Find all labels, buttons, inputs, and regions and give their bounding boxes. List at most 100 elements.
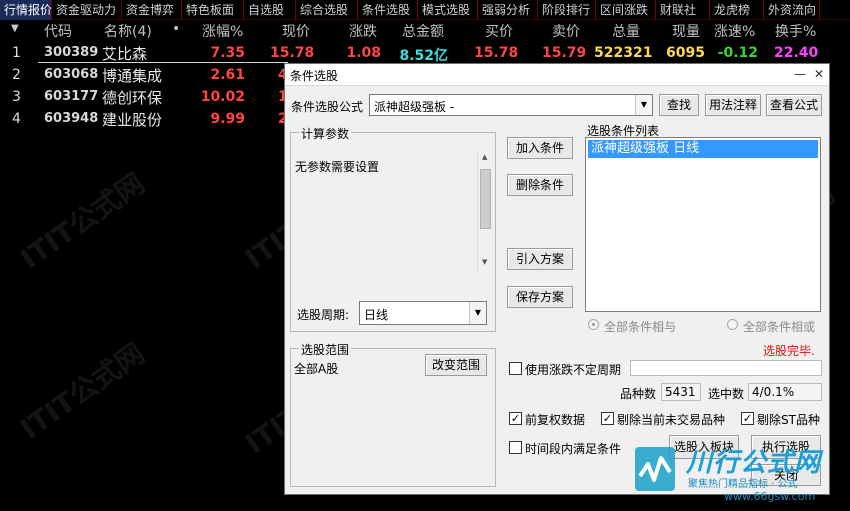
sort-arrow-icon[interactable]: ▼ xyxy=(11,23,19,34)
find-button[interactable]: 查找 xyxy=(659,94,699,116)
chevron-down-icon[interactable]: ▼ xyxy=(469,302,486,324)
formula-select[interactable]: 派神超级强板 - ▼ xyxy=(369,94,653,116)
radio-dot xyxy=(592,323,595,326)
selected-label: 选中数 xyxy=(708,387,745,401)
save-plan-button[interactable]: 保存方案 xyxy=(507,286,573,308)
selected-value: 4/0.1% xyxy=(748,383,822,401)
row-vol: 522321 xyxy=(594,45,653,61)
forward-adj-checkbox[interactable]: ✓ xyxy=(509,412,522,425)
col-speed[interactable]: 涨速% xyxy=(714,21,755,41)
col-pct[interactable]: 涨幅% xyxy=(202,21,243,41)
use-pct-period-label: 使用涨跌不定周期 xyxy=(525,363,622,377)
radio-and-label: 全部条件相与 xyxy=(604,320,677,334)
col-vol[interactable]: 总量 xyxy=(612,21,640,41)
row-name: 德创环保 xyxy=(102,89,163,107)
scroll-up-icon[interactable]: ▲ xyxy=(482,153,487,161)
col-dot: • xyxy=(172,21,181,37)
watermark: ITIT公式网 xyxy=(14,166,151,276)
selected-row-underline xyxy=(38,62,288,63)
row-name: 建业股份 xyxy=(102,111,163,129)
tab-condition-select[interactable]: 条件选股 xyxy=(358,0,418,20)
row-index: 4 xyxy=(12,111,21,127)
add-condition-button[interactable]: 加入条件 xyxy=(507,137,573,159)
scroll-thumb[interactable] xyxy=(480,169,491,229)
range-value: 全部A股 xyxy=(294,362,339,376)
row-price: 15.78 xyxy=(270,45,315,61)
col-cur[interactable]: 现量 xyxy=(672,21,700,41)
delete-condition-button[interactable]: 删除条件 xyxy=(507,174,573,196)
col-bid[interactable]: 买价 xyxy=(485,21,513,41)
count-label: 品种数 xyxy=(620,387,657,401)
exclude-untraded-checkbox[interactable]: ✓ xyxy=(601,412,614,425)
radio-or[interactable] xyxy=(727,319,738,330)
forward-adj-label: 前复权数据 xyxy=(525,413,586,427)
list-item[interactable]: 派神超级强板 日线 xyxy=(588,140,818,158)
watermark: ITIT公式网 xyxy=(14,336,151,446)
period-value: 日线 xyxy=(364,308,389,322)
tab-watchlist[interactable]: 自选股 xyxy=(244,0,296,20)
row-pct: 9.99 xyxy=(210,111,245,127)
logo-sub-text: 聚焦热门精品指标 · 公式 xyxy=(688,479,798,490)
tab-dragon-tiger[interactable]: 龙虎榜 xyxy=(710,0,764,20)
formula-label: 条件选股公式 xyxy=(291,100,364,114)
params-scrollbar[interactable]: ▲ ▼ xyxy=(477,151,493,271)
row-code: 603177 xyxy=(44,89,99,104)
period-select[interactable]: 日线 ▼ xyxy=(359,301,487,325)
row-bid: 15.78 xyxy=(474,45,519,61)
usage-note-button[interactable]: 用法注释 xyxy=(705,94,761,116)
tab-range-change[interactable]: 区间涨跌 xyxy=(596,0,656,20)
import-plan-button[interactable]: 引入方案 xyxy=(507,248,573,270)
cond-listbox[interactable]: 派神超级强板 日线 xyxy=(585,137,821,312)
tab-cls[interactable]: 财联社 xyxy=(656,0,710,20)
col-price[interactable]: 现价 xyxy=(282,21,310,41)
tab-fund-drive[interactable]: 资金驱动力 xyxy=(52,0,122,20)
chevron-down-icon[interactable]: ▼ xyxy=(635,95,652,115)
minimize-icon[interactable]: — xyxy=(791,66,809,82)
range-group-title: 选股范围 xyxy=(299,341,352,358)
dialog-titlebar[interactable]: 条件选股 — ✕ xyxy=(285,64,829,86)
col-amount[interactable]: 总金额 xyxy=(402,21,444,41)
tab-foreign-flow[interactable]: 外资流向 xyxy=(764,0,820,20)
quote-table-header: ▼ 代码 名称(4) • 涨幅% 现价 涨跌 总金额 买价 卖价 总量 现量 涨… xyxy=(0,21,850,43)
row-name: 艾比森 xyxy=(102,45,148,63)
row-pct: 2.61 xyxy=(210,67,245,83)
params-group-title: 计算参数 xyxy=(299,125,352,142)
exclude-st-label: 剔除ST品种 xyxy=(757,413,820,427)
tab-fund-game[interactable]: 资金博弈 xyxy=(122,0,182,20)
logo-main-text: 川行公式网 xyxy=(686,448,822,478)
row-code: 300389 xyxy=(44,45,99,60)
use-pct-period-checkbox[interactable] xyxy=(509,362,522,375)
exclude-st-checkbox[interactable]: ✓ xyxy=(741,412,754,425)
scroll-down-icon[interactable]: ▼ xyxy=(482,258,487,266)
pct-period-field[interactable] xyxy=(630,360,822,376)
tab-quotes[interactable]: 行情报价 xyxy=(0,0,52,20)
col-turnover[interactable]: 换手% xyxy=(775,21,816,41)
row-cur: 6095 xyxy=(666,45,705,61)
time-period-checkbox[interactable] xyxy=(509,441,522,454)
time-period-label: 时间段内满足条件 xyxy=(525,442,622,456)
tab-feature-board[interactable]: 特色板面 xyxy=(182,0,244,20)
col-ask[interactable]: 卖价 xyxy=(552,21,580,41)
tab-stage-rank[interactable]: 阶段排行 xyxy=(538,0,596,20)
tab-pattern-select[interactable]: 模式选股 xyxy=(418,0,478,20)
tab-combined-select[interactable]: 综合选股 xyxy=(296,0,358,20)
row-speed: -0.12 xyxy=(717,45,758,61)
col-name[interactable]: 名称(4) xyxy=(104,21,152,41)
logo-url: www.66gsw.com xyxy=(724,490,816,503)
params-group: 计算参数 无参数需要设置 ▲ ▼ 选股周期: 日线 ▼ xyxy=(290,125,496,332)
formula-value: 派神超级强板 - xyxy=(374,100,455,114)
view-formula-button[interactable]: 查看公式 xyxy=(766,94,822,116)
col-chg[interactable]: 涨跌 xyxy=(349,21,377,41)
row-name: 博通集成 xyxy=(102,67,163,85)
logo-mark-icon xyxy=(635,447,675,491)
change-range-button[interactable]: 改变范围 xyxy=(425,354,487,376)
status-text: 选股完毕. xyxy=(763,344,815,358)
row-index: 1 xyxy=(12,45,21,61)
row-amount: 8.52亿 xyxy=(399,48,448,64)
tab-strength[interactable]: 强弱分析 xyxy=(478,0,538,20)
row-pct: 7.35 xyxy=(210,45,245,61)
radio-and[interactable] xyxy=(588,319,599,330)
close-icon[interactable]: ✕ xyxy=(810,66,828,82)
params-text: 无参数需要设置 xyxy=(295,160,380,174)
col-code[interactable]: 代码 xyxy=(44,21,72,41)
